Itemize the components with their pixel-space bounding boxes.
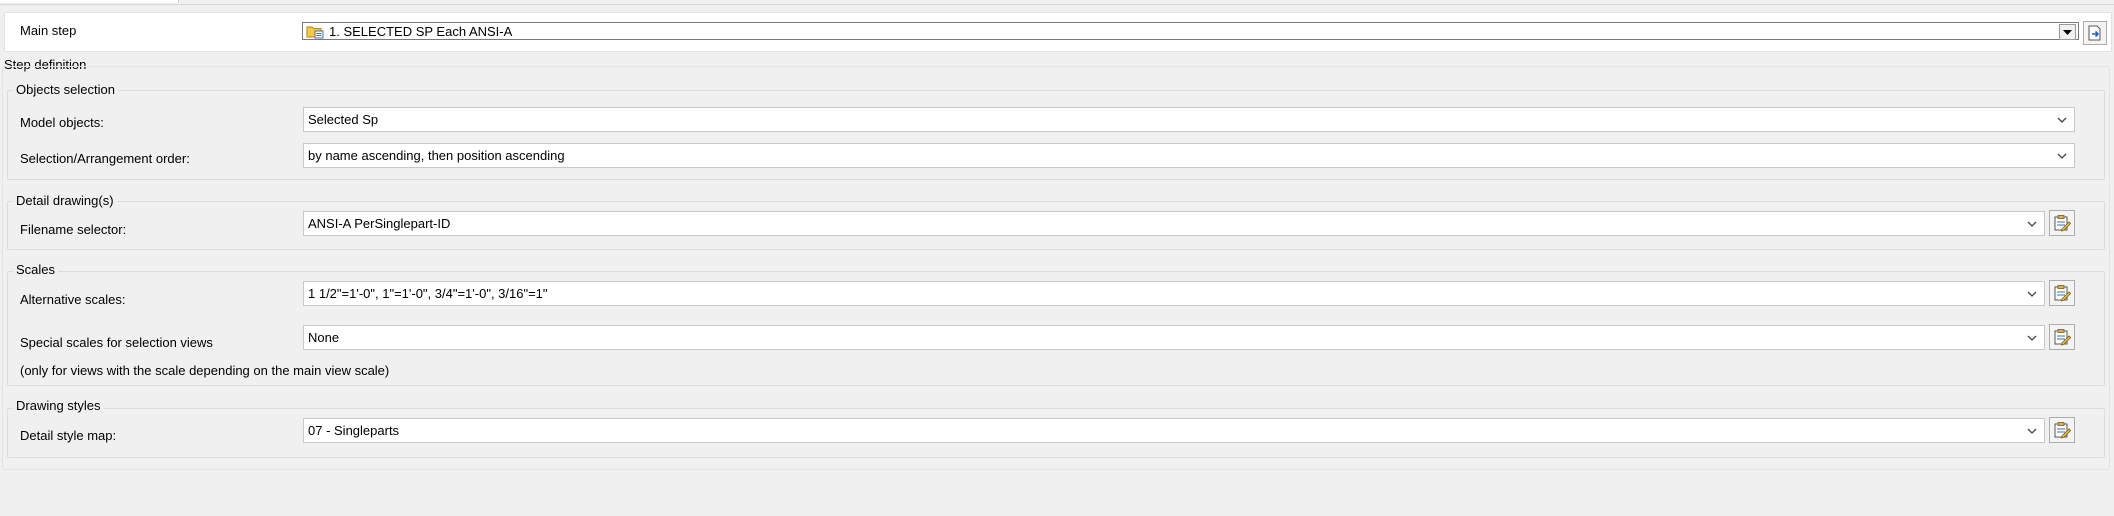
main-step-dropdown[interactable]: 1. SELECTED SP Each ANSI-A (302, 22, 2079, 40)
main-step-row: Main step 1. SELECTED SP Each ANSI-A (4, 12, 2112, 52)
main-step-label: Main step (20, 23, 77, 38)
open-document-icon (2088, 25, 2101, 41)
tab-strip (0, 0, 2114, 5)
open-step-button[interactable] (2083, 21, 2107, 45)
step-definition-frame (2, 66, 2110, 470)
main-step-value: 1. SELECTED SP Each ANSI-A (329, 24, 513, 39)
tab-active[interactable] (0, 0, 179, 3)
folder-icon (306, 26, 324, 39)
chevron-down-icon[interactable] (2059, 24, 2076, 40)
step-definition-panel: Main step 1. SELECTED SP Each ANSI-A Ste… (0, 0, 2114, 516)
